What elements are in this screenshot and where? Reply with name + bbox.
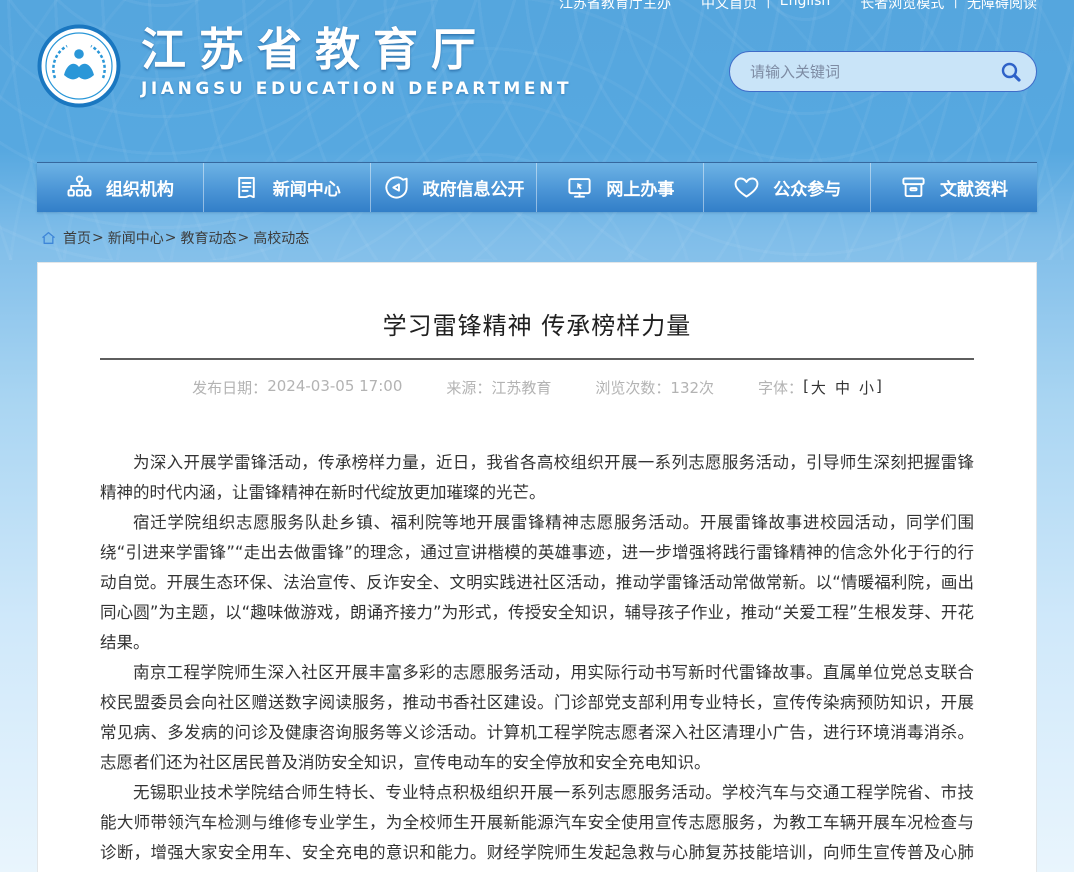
nav-item-gov-info[interactable]: 政府信息公开	[370, 163, 537, 212]
info-disclosure-icon	[383, 174, 410, 201]
divider: |	[953, 0, 958, 13]
font-size-small[interactable]: 小	[859, 377, 874, 398]
nav-label: 新闻中心	[273, 175, 341, 200]
article-paragraph: 南京工程学院师生深入社区开展丰富多彩的志愿服务活动，用实际行动书写新时代雷锋故事…	[100, 658, 974, 778]
font-size-control: 字体：[ 大 中 小 ]	[758, 377, 882, 398]
article-meta: 发布日期：2024-03-05 17:00 来源：江苏教育 浏览次数：132次 …	[100, 377, 974, 398]
nav-label: 网上办事	[606, 175, 674, 200]
online-service-icon	[566, 174, 593, 201]
jiangsu-education-logo-icon	[37, 24, 121, 108]
site-title: 江苏省教育厅	[141, 24, 572, 76]
nav-item-organization[interactable]: 组织机构	[37, 163, 203, 212]
public-participation-heart-icon	[733, 174, 760, 201]
home-icon	[40, 230, 57, 246]
breadcrumb-separator: >	[165, 230, 177, 246]
breadcrumb-university-news[interactable]: 高校动态	[253, 228, 309, 248]
site-header: 江苏省教育厅 JIANGSU EDUCATION DEPARTMENT	[37, 24, 1037, 108]
publish-date: 发布日期：2024-03-05 17:00	[192, 377, 402, 398]
article-title: 学习雷锋精神 传承榜样力量	[100, 306, 974, 341]
nav-label: 公众参与	[773, 175, 841, 200]
font-size-medium[interactable]: 中	[835, 377, 850, 398]
chinese-home-link[interactable]: 中文首页	[701, 0, 757, 13]
main-nav: 组织机构 新闻中心 政府信息公开 网上办事 公众参与	[37, 162, 1037, 212]
title-divider	[100, 358, 974, 360]
article-source: 来源：江苏教育	[446, 377, 551, 398]
search-icon[interactable]	[999, 60, 1023, 84]
news-icon	[233, 174, 260, 201]
nav-label: 文献资料	[940, 175, 1008, 200]
top-utility-bar: 江苏省教育厅主办 中文首页 | English 长者浏览模式 | 无障碍阅读	[559, 0, 1037, 13]
site-title-english: JIANGSU EDUCATION DEPARTMENT	[141, 79, 572, 99]
breadcrumb-education-news[interactable]: 教育动态	[180, 228, 236, 248]
english-link[interactable]: English	[780, 0, 831, 13]
org-chart-icon	[66, 174, 93, 201]
nav-label: 组织机构	[106, 175, 174, 200]
article-paragraph: 无锡职业技术学院结合师生特长、专业特点积极组织开展一系列志愿服务活动。学校汽车与…	[100, 778, 974, 872]
search-input[interactable]	[750, 63, 999, 81]
nav-item-news[interactable]: 新闻中心	[203, 163, 370, 212]
brand-block: 江苏省教育厅 JIANGSU EDUCATION DEPARTMENT	[141, 24, 572, 99]
nav-item-public-participation[interactable]: 公众参与	[703, 163, 870, 212]
article-paragraph: 为深入开展学雷锋活动，传承榜样力量，近日，我省各高校组织开展一系列志愿服务活动，…	[100, 448, 974, 508]
nav-label: 政府信息公开	[423, 175, 525, 200]
accessibility-link[interactable]: 无障碍阅读	[967, 0, 1037, 13]
font-size-large[interactable]: 大	[811, 377, 826, 398]
nav-item-online-services[interactable]: 网上办事	[536, 163, 703, 212]
breadcrumb-home[interactable]: 首页	[63, 228, 91, 248]
divider: |	[766, 0, 771, 13]
article-card: 学习雷锋精神 传承榜样力量 发布日期：2024-03-05 17:00 来源：江…	[37, 262, 1037, 872]
elder-mode-link[interactable]: 长者浏览模式	[860, 0, 944, 13]
article-body: 为深入开展学雷锋活动，传承榜样力量，近日，我省各高校组织开展一系列志愿服务活动，…	[100, 448, 974, 872]
breadcrumb-separator: >	[237, 230, 249, 246]
hosted-by-link[interactable]: 江苏省教育厅主办	[559, 0, 671, 13]
breadcrumb: 首页 > 新闻中心 > 教育动态 > 高校动态	[40, 228, 309, 248]
breadcrumb-news-center[interactable]: 新闻中心	[108, 228, 164, 248]
view-count: 浏览次数：132次	[595, 377, 714, 398]
archive-icon	[900, 174, 927, 201]
breadcrumb-separator: >	[92, 230, 104, 246]
search-box	[729, 51, 1037, 92]
article-paragraph: 宿迁学院组织志愿服务队赴乡镇、福利院等地开展雷锋精神志愿服务活动。开展雷锋故事进…	[100, 508, 974, 658]
nav-item-documents[interactable]: 文献资料	[870, 163, 1037, 212]
